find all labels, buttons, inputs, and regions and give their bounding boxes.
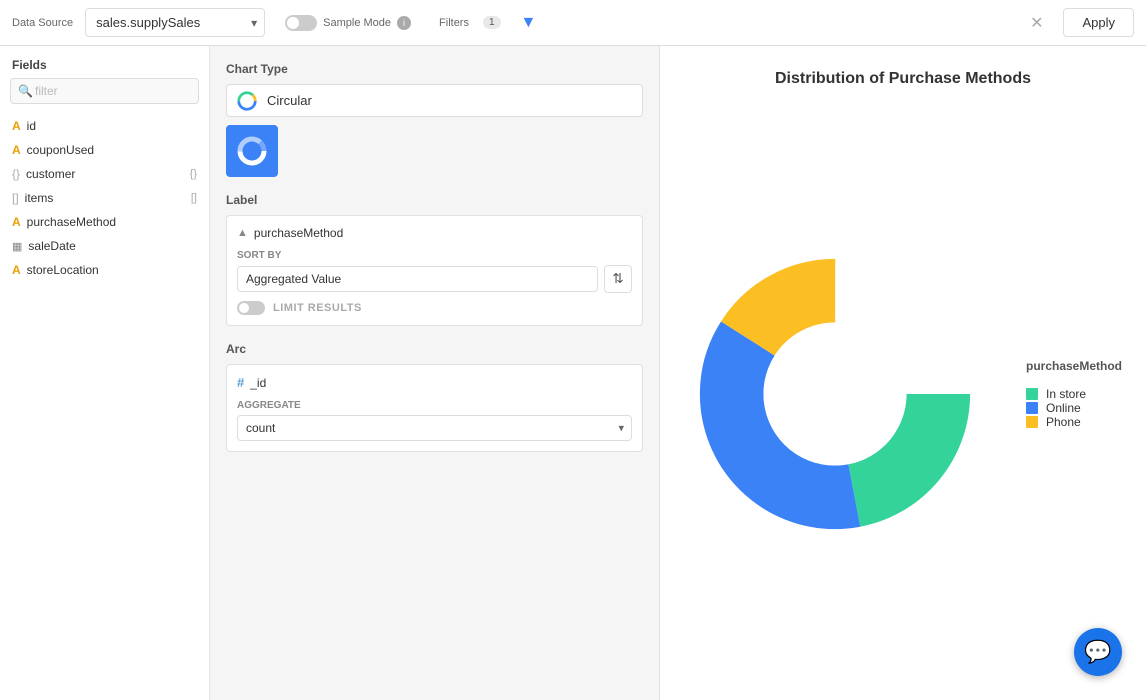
limit-toggle-row: LIMIT RESULTS	[237, 301, 632, 315]
donut-center	[763, 322, 906, 465]
main-layout: Fields 🔍 A idA couponUsed{} customer{}[]…	[0, 46, 1146, 700]
legend-color	[1026, 416, 1038, 428]
apply-button[interactable]: Apply	[1063, 8, 1134, 37]
sidebar: Fields 🔍 A idA couponUsed{} customer{}[]…	[0, 46, 210, 700]
sidebar-field-saleDate[interactable]: ▦ saleDate	[0, 234, 209, 258]
chart-title: Distribution of Purchase Methods	[775, 70, 1031, 88]
label-field-type-icon: ▲	[237, 227, 248, 239]
aggregate-select[interactable]: countsumavgminmax	[237, 415, 632, 441]
datasource-select-wrap: sales.supplySales	[85, 8, 265, 37]
sort-by-select[interactable]: Aggregated ValueAlphabeticalCustom	[237, 266, 598, 292]
chat-button[interactable]: 💬	[1074, 628, 1122, 676]
chat-icon: 💬	[1084, 639, 1111, 665]
data-source-label: Data Source	[12, 17, 73, 29]
top-bar: Data Source sales.supplySales Sample Mod…	[0, 0, 1146, 46]
label-section: Label ▲ purchaseMethod SORT BY Aggregate…	[226, 193, 643, 326]
donut-chart	[684, 204, 986, 584]
chart-type-icon	[236, 90, 258, 112]
legend-item-phone: Phone	[1026, 415, 1122, 429]
legend-item-online: Online	[1026, 401, 1122, 415]
arc-card: # _id AGGREGATE countsumavgminmax	[226, 364, 643, 452]
toggle-knob	[287, 17, 299, 29]
sample-mode-toggle[interactable]	[285, 15, 317, 31]
label-field-name: purchaseMethod	[254, 226, 343, 240]
sidebar-field-storeLocation[interactable]: A storeLocation	[0, 258, 209, 282]
donut-variant[interactable]	[226, 125, 278, 177]
filter-input-wrap: ▼	[513, 14, 1019, 32]
field-search-input[interactable]	[10, 78, 199, 104]
field-search-wrap: 🔍	[10, 78, 199, 104]
fields-list: A idA couponUsed{} customer{}[] items[]A…	[0, 114, 209, 282]
legend-items: In storeOnlinePhone	[1026, 387, 1122, 429]
chart-type-label: Chart Type	[226, 62, 643, 76]
arc-section: Arc # _id AGGREGATE countsumavgminmax	[226, 342, 643, 452]
arc-section-title: Arc	[226, 342, 643, 356]
sort-direction-button[interactable]: ⇅	[604, 265, 632, 293]
sidebar-field-purchaseMethod[interactable]: A purchaseMethod	[0, 210, 209, 234]
chart-type-section: Chart Type Circular	[226, 62, 643, 177]
clear-filter-icon[interactable]: ✕	[1030, 13, 1043, 33]
sort-select-wrap: Aggregated ValueAlphabeticalCustom ⇅	[237, 265, 632, 293]
arc-field-row: # _id	[237, 375, 632, 390]
filters-label: Filters	[439, 17, 469, 29]
label-card: ▲ purchaseMethod SORT BY Aggregated Valu…	[226, 215, 643, 326]
chart-variants	[226, 125, 643, 177]
chart-type-select-wrap: Circular	[226, 84, 643, 117]
sample-mode-toggle-wrap: Sample Mode i	[285, 15, 411, 31]
limit-toggle-switch[interactable]	[237, 301, 265, 315]
limit-toggle-knob	[239, 303, 249, 313]
fields-title: Fields	[0, 46, 209, 78]
sidebar-field-id[interactable]: A id	[0, 114, 209, 138]
middle-panel: Chart Type Circular	[210, 46, 660, 700]
legend-title: purchaseMethod	[1026, 359, 1122, 373]
chart-legend: purchaseMethod In storeOnlinePhone	[1026, 359, 1122, 429]
donut-wrap: purchaseMethod In storeOnlinePhone	[684, 112, 1122, 676]
sidebar-field-items[interactable]: [] items[]	[0, 186, 209, 210]
chart-area: Distribution of Purchase Methods purchas…	[660, 46, 1146, 700]
sort-by-title: SORT BY	[237, 250, 632, 261]
sidebar-field-customer[interactable]: {} customer{}	[0, 162, 209, 186]
aggregate-select-wrap: countsumavgminmax	[237, 415, 632, 441]
sidebar-field-couponUsed[interactable]: A couponUsed	[0, 138, 209, 162]
label-section-title: Label	[226, 193, 643, 207]
aggregate-title: AGGREGATE	[237, 400, 632, 411]
arc-field-type-icon: #	[237, 375, 244, 390]
search-icon: 🔍	[18, 84, 33, 98]
legend-color	[1026, 402, 1038, 414]
datasource-select[interactable]: sales.supplySales	[85, 8, 265, 37]
sample-mode-label: Sample Mode	[323, 17, 391, 29]
arc-field-name: _id	[250, 376, 266, 390]
legend-item-instore: In store	[1026, 387, 1122, 401]
sample-mode-info-icon[interactable]: i	[397, 16, 411, 30]
filter-funnel-icon: ▼	[521, 14, 537, 32]
chart-type-select[interactable]: Circular	[226, 84, 643, 117]
legend-color	[1026, 388, 1038, 400]
filter-count-badge: 1	[483, 16, 501, 29]
limit-label: LIMIT RESULTS	[273, 302, 362, 314]
label-field-row: ▲ purchaseMethod	[237, 226, 632, 240]
